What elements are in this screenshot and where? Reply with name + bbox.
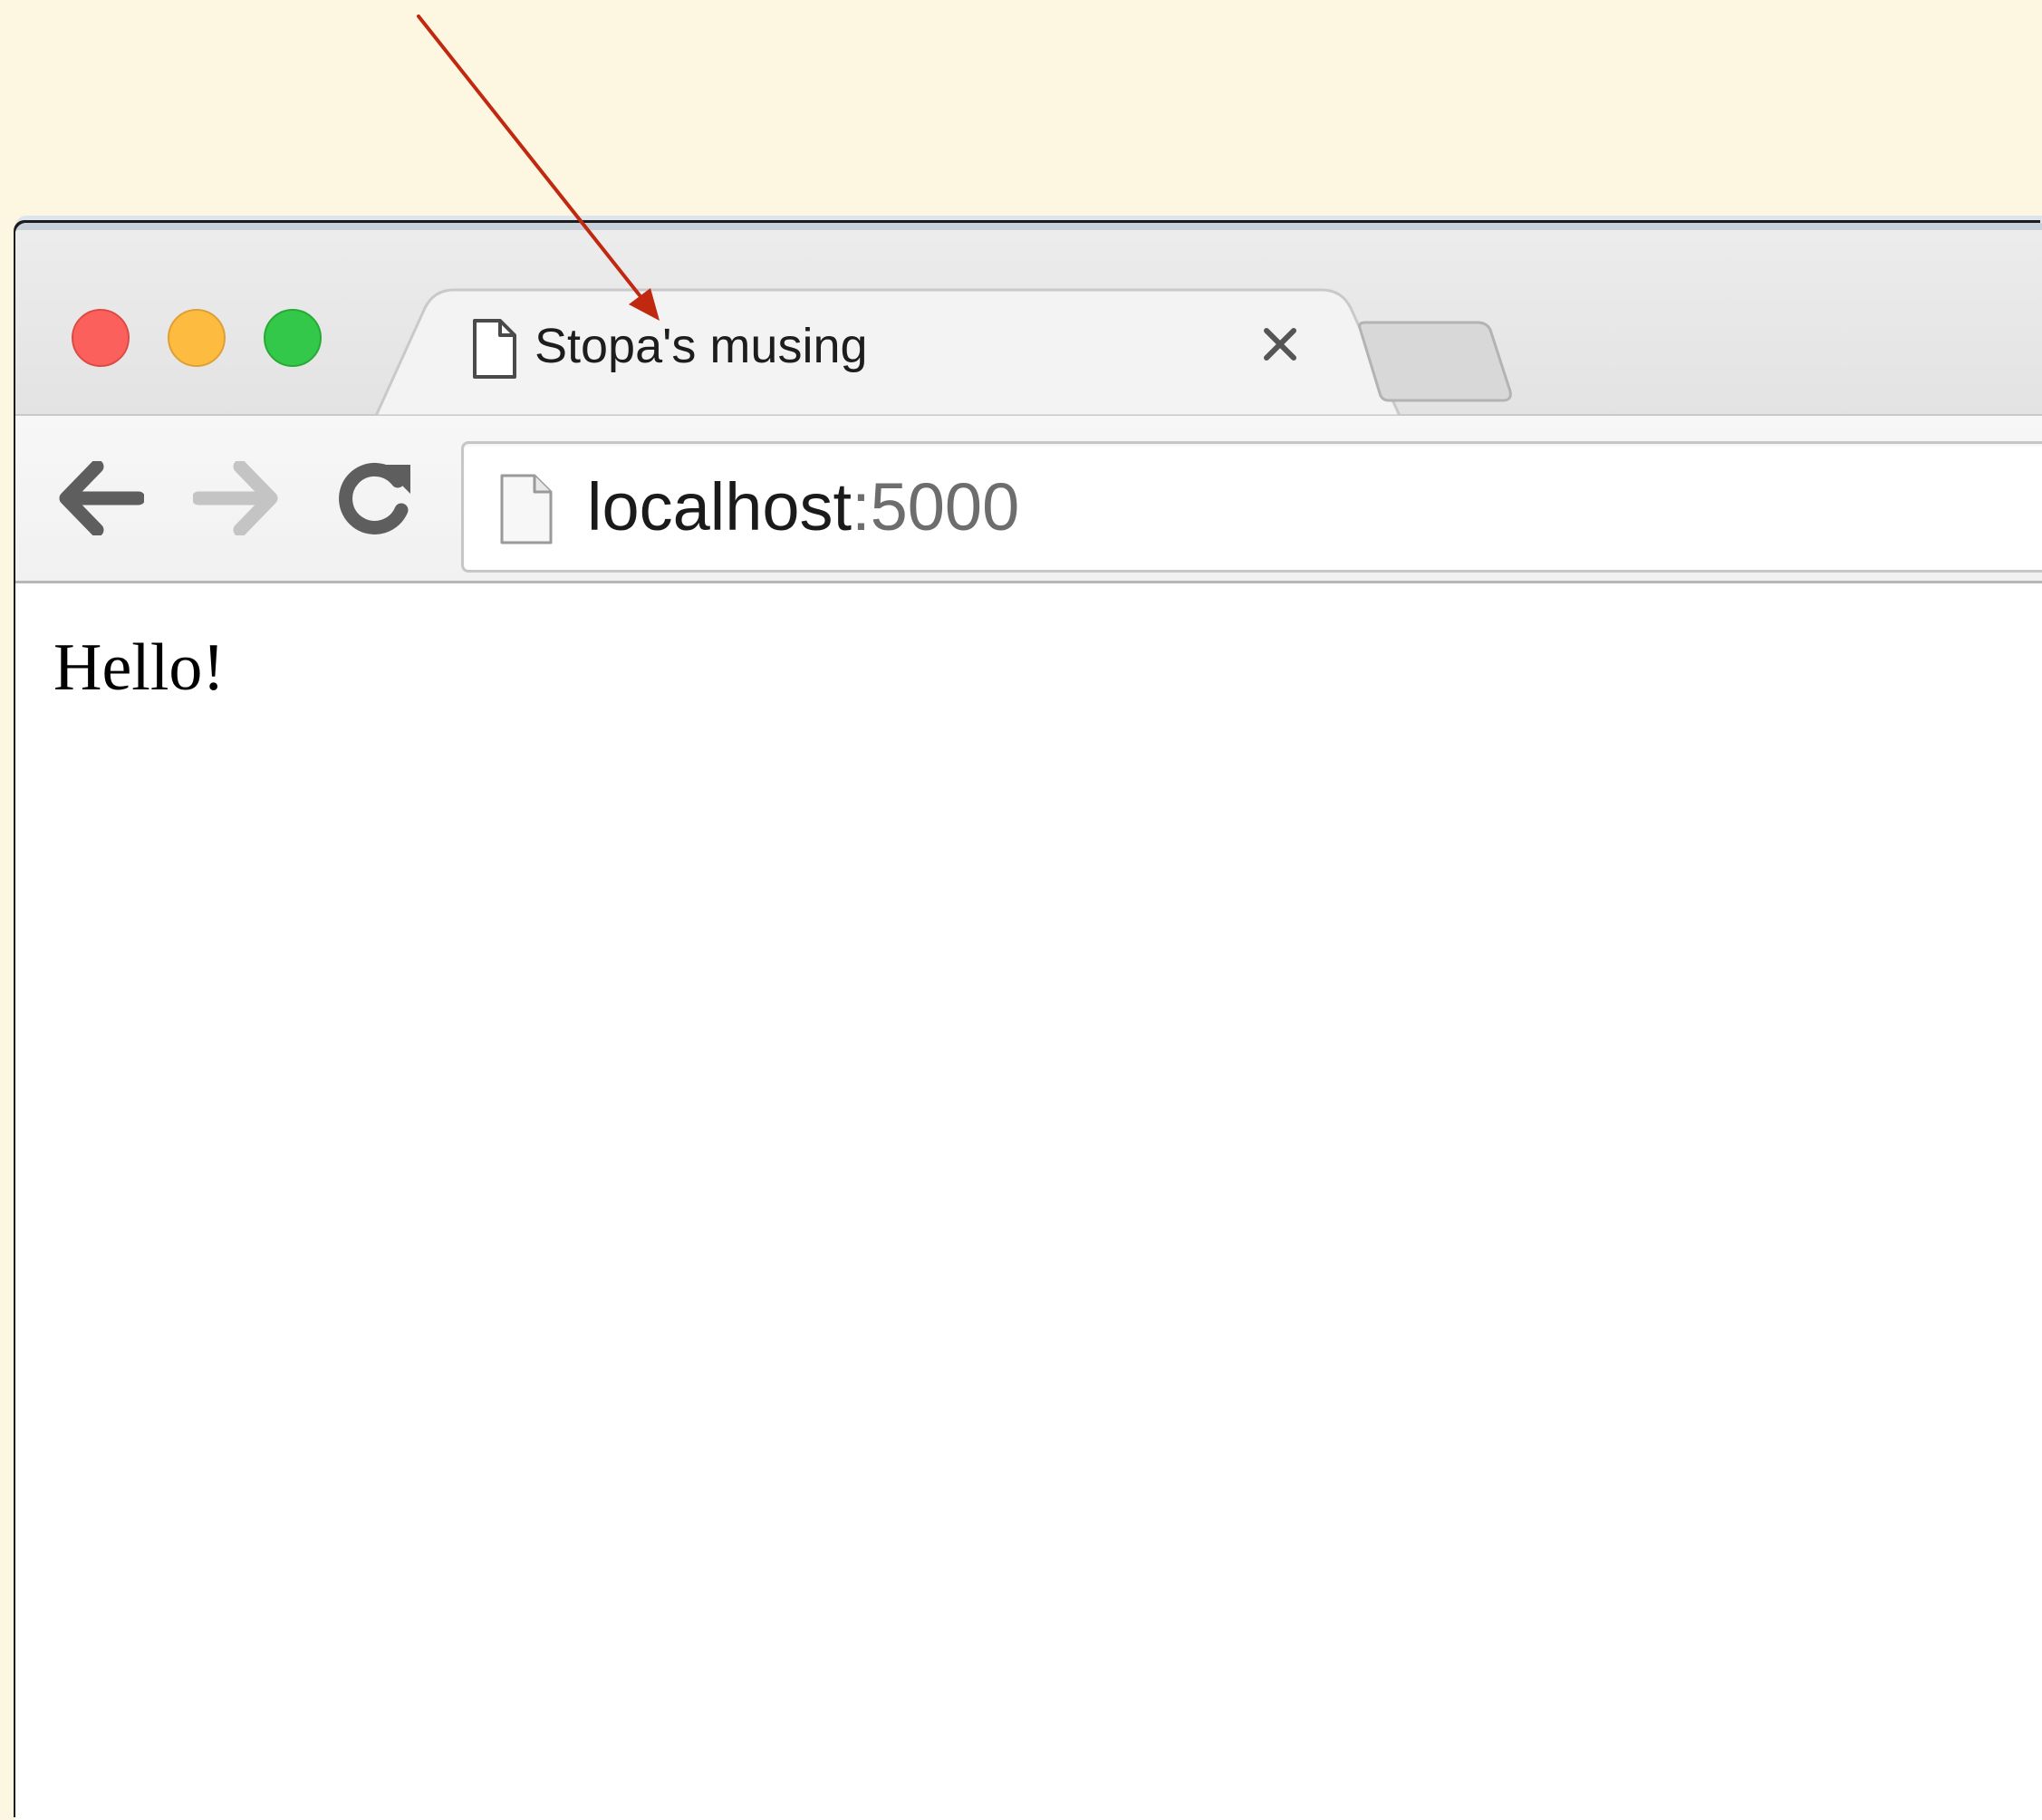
window-zoom-button[interactable] <box>264 309 322 367</box>
address-bar-url: localhost:5000 <box>587 471 1019 544</box>
screenshot-stage: Stopa's musing localhost:5000 Hello! <box>0 0 2042 1820</box>
tab-stopas-musing[interactable]: Stopa's musing <box>455 296 1329 390</box>
close-icon[interactable] <box>1259 323 1301 365</box>
window-minimize-button[interactable] <box>168 309 226 367</box>
document-icon <box>473 319 516 379</box>
tab-title: Stopa's musing <box>535 319 868 373</box>
tab-strip: Stopa's musing <box>15 230 2042 416</box>
navigation-toolbar: localhost:5000 <box>15 416 2042 583</box>
url-host: localhost <box>587 469 852 544</box>
window-top-edge <box>15 223 2042 230</box>
browser-window: Stopa's musing localhost:5000 Hello! <box>15 223 2042 1820</box>
window-controls <box>72 308 322 368</box>
address-bar[interactable]: localhost:5000 <box>461 441 2042 573</box>
page-body-text: Hello! <box>53 631 226 705</box>
page-icon <box>500 474 553 544</box>
forward-arrow-icon[interactable] <box>193 461 278 535</box>
reload-icon[interactable] <box>334 457 414 537</box>
back-arrow-icon[interactable] <box>59 461 144 535</box>
window-close-button[interactable] <box>72 309 130 367</box>
page-viewport: Hello! <box>15 583 2042 1820</box>
new-tab-icon[interactable] <box>1354 319 1516 406</box>
url-port: :5000 <box>852 469 1020 544</box>
